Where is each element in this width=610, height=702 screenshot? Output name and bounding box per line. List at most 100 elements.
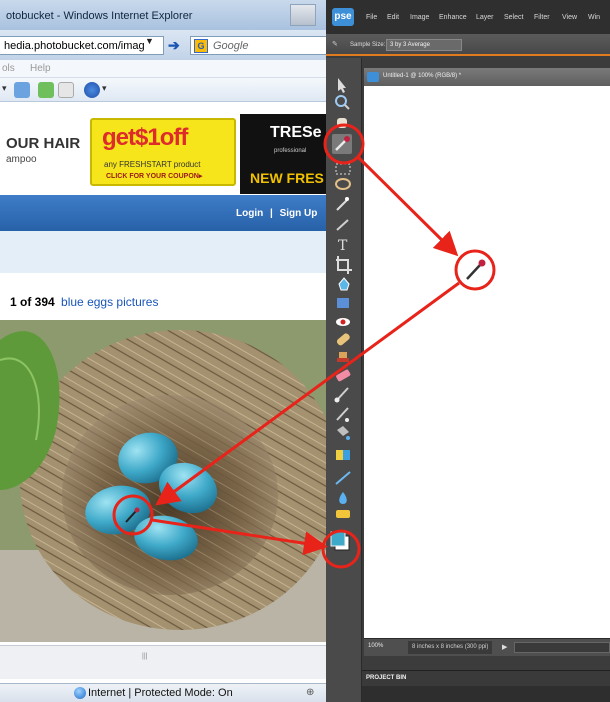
color-swatch-icon[interactable] <box>330 531 350 551</box>
address-value: hedia.photobucket.com/imag <box>4 40 145 52</box>
nav-separator: | <box>270 208 273 219</box>
hand-tool-icon[interactable] <box>337 118 347 128</box>
coupon-headline: get$1off <box>102 124 188 151</box>
zoom-control[interactable]: ⊕ <box>306 687 314 698</box>
sample-size-label: Sample Size: <box>350 42 386 48</box>
smart-brush-icon[interactable] <box>336 407 349 422</box>
ie-command-bar: ▾ ▾ <box>0 78 326 102</box>
brand-sub: professional <box>274 148 307 154</box>
help-icon[interactable] <box>84 82 100 98</box>
menu-edit[interactable]: Edit <box>387 14 399 21</box>
ie-address-bar: hedia.photobucket.com/imag ▼ ➔ G Google <box>0 30 326 60</box>
red-eye-icon[interactable] <box>336 318 350 326</box>
gradient-tool-icon[interactable] <box>336 450 350 460</box>
document-icon <box>367 72 379 82</box>
brush-tool-icon[interactable] <box>334 387 349 403</box>
document-canvas[interactable] <box>364 86 610 638</box>
result-header: 1 of 394 blue eggs pictures <box>10 295 158 309</box>
menu-view[interactable]: View <box>562 14 577 21</box>
nest-photo[interactable] <box>0 320 326 642</box>
zoom-tool-icon[interactable] <box>335 95 350 110</box>
coupon-button[interactable]: get$1off any FRESHSTART product CLICK FO… <box>90 118 236 186</box>
ie-menu-bar: ols Help <box>0 60 326 78</box>
menu-window[interactable]: Win <box>588 14 600 21</box>
ad-banner[interactable]: OUR HAIR ampoo get$1off any FRESHSTART p… <box>0 108 326 194</box>
pse-menu-bar: pse File Edit Image Enhance Layer Select… <box>326 0 610 34</box>
pse-options-bar: ✎ Sample Size: 3 by 3 Average <box>326 34 610 56</box>
login-link[interactable]: Login <box>236 208 263 219</box>
info-menu-arrow-icon[interactable]: ▶ <box>502 643 507 651</box>
google-logo-icon: G <box>194 39 208 53</box>
document-hscrollbar[interactable] <box>514 642 610 653</box>
magic-wand-icon[interactable] <box>336 197 349 211</box>
svg-text:T: T <box>338 238 348 254</box>
coupon-line2: CLICK FOR YOUR COUPON▸ <box>106 173 203 180</box>
sample-size-select[interactable]: 3 by 3 Average <box>386 39 462 51</box>
project-bin-label: PROJECT BIN <box>366 675 407 681</box>
menu-filter[interactable]: Filter <box>534 14 550 21</box>
document-title: Untitled-1 @ 100% (RGB/8) * <box>383 73 462 79</box>
signup-link[interactable]: Sign Up <box>280 208 318 219</box>
menu-help[interactable]: Help <box>30 63 51 74</box>
auth-links: Login | Sign Up <box>236 208 317 219</box>
ad-subline: ampoo <box>6 154 37 165</box>
print-icon[interactable] <box>58 82 74 98</box>
toolbox-icons: T <box>330 78 352 551</box>
address-input[interactable]: hedia.photobucket.com/imag <box>0 36 164 55</box>
paint-bucket-icon[interactable] <box>337 426 350 440</box>
brand-tag: NEW FRES <box>250 170 324 186</box>
document-window: Untitled-1 @ 100% (RGB/8) * 100% 8 inche… <box>364 68 610 656</box>
result-count: 1 of 394 <box>10 295 55 309</box>
result-link[interactable]: blue eggs pictures <box>61 295 158 309</box>
sponge-tool-icon[interactable] <box>336 510 350 518</box>
brand-ad[interactable]: TRESe professional NEW FRES <box>240 114 326 194</box>
project-bin-body <box>362 686 610 702</box>
globe-icon <box>74 687 86 699</box>
ie-title-bar: otobucket - Windows Internet Explorer <box>0 0 326 30</box>
clone-stamp-icon[interactable] <box>337 352 349 362</box>
crop-tool-icon[interactable] <box>336 256 352 274</box>
cookie-cutter-icon[interactable] <box>338 277 350 291</box>
selection-brush-icon[interactable] <box>336 219 349 231</box>
ie-window: otobucket - Windows Internet Explorer he… <box>0 0 326 702</box>
type-tool-icon[interactable]: T <box>338 238 348 254</box>
pse-window: pse File Edit Image Enhance Layer Select… <box>326 0 610 702</box>
straighten-tool-icon[interactable] <box>337 298 349 308</box>
window-thumbnail-icon <box>290 4 316 26</box>
blur-tool-icon[interactable] <box>339 492 347 504</box>
tool-preset-icon[interactable]: ✎ <box>332 40 338 48</box>
ad-headline: OUR HAIR <box>6 135 81 152</box>
coupon-line1: any FRESHSTART product <box>104 160 201 169</box>
eyedropper-icon[interactable] <box>332 134 352 154</box>
ie-status-bar: Internet | Protected Mode: On ⊕ <box>0 683 326 702</box>
scroll-grip-icon: ||| <box>142 653 148 660</box>
move-tool-icon[interactable] <box>338 78 346 93</box>
document-status-bar: 100% 8 inches x 8 inches (300 ppi) ▶ <box>364 638 610 656</box>
address-dropdown-icon[interactable]: ▼ <box>145 36 154 46</box>
home-icon[interactable] <box>14 82 30 98</box>
menu-image[interactable]: Image <box>410 14 429 21</box>
project-bin-header[interactable]: PROJECT BIN <box>362 670 610 686</box>
zoom-level[interactable]: 100% <box>368 643 383 649</box>
menu-select[interactable]: Select <box>504 14 523 21</box>
shape-tool-icon[interactable] <box>335 471 351 485</box>
window-title: otobucket - Windows Internet Explorer <box>6 10 193 22</box>
menu-layer[interactable]: Layer <box>476 14 494 21</box>
document-tab[interactable]: Untitled-1 @ 100% (RGB/8) * <box>364 68 610 86</box>
search-placeholder: Google <box>213 40 249 52</box>
marquee-tool-icon[interactable] <box>335 163 351 175</box>
site-nav-bar: Login | Sign Up <box>0 195 326 231</box>
menu-enhance[interactable]: Enhance <box>439 14 467 21</box>
pse-toolbox: T <box>326 58 362 702</box>
document-info[interactable]: 8 inches x 8 inches (300 ppi) <box>408 641 492 654</box>
lasso-tool-icon[interactable] <box>335 178 351 190</box>
menu-tools[interactable]: ols <box>2 63 15 74</box>
brand-name: TRESe <box>270 124 322 141</box>
eraser-icon[interactable] <box>335 369 351 382</box>
search-input[interactable]: G Google <box>190 36 326 55</box>
go-arrow-icon[interactable]: ➔ <box>168 37 184 53</box>
menu-file[interactable]: File <box>366 14 377 21</box>
horizontal-scrollbar[interactable]: ||| <box>0 645 326 679</box>
healing-brush-icon[interactable] <box>336 332 351 346</box>
feeds-icon[interactable] <box>38 82 54 98</box>
